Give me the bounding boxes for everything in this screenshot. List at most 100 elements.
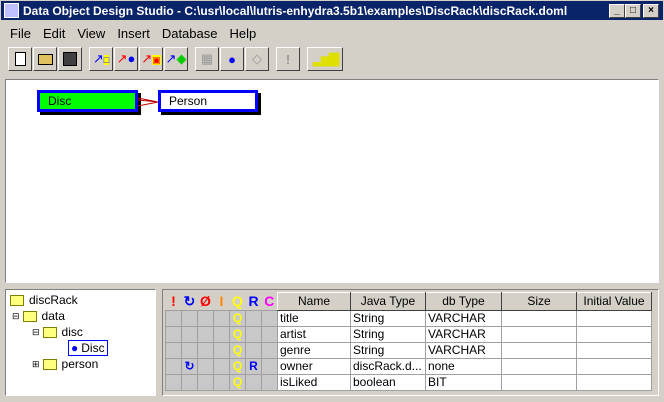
- table-cell[interactable]: [576, 357, 652, 375]
- flag-cell[interactable]: Q: [229, 373, 246, 391]
- flag-cell[interactable]: Q: [229, 341, 246, 359]
- table-row[interactable]: Qtitle String VARCHAR: [165, 309, 652, 327]
- table-cell[interactable]: String: [350, 341, 426, 359]
- flag-cell[interactable]: ↻: [181, 357, 198, 375]
- add-column-button[interactable]: ↗●: [114, 47, 138, 71]
- validate-button[interactable]: !: [276, 47, 300, 71]
- menu-database[interactable]: Database: [156, 26, 224, 41]
- table-cell[interactable]: [576, 309, 652, 327]
- flag-cell[interactable]: [213, 309, 230, 327]
- table-cell[interactable]: genre: [277, 341, 351, 359]
- tree-disc[interactable]: ⊟ disc: [32, 324, 83, 340]
- flag-cell[interactable]: [197, 325, 214, 343]
- table-cell[interactable]: String: [350, 325, 426, 343]
- menu-file[interactable]: File: [4, 26, 37, 41]
- add-index-button[interactable]: ↗▣: [139, 47, 163, 71]
- menu-insert[interactable]: Insert: [111, 26, 156, 41]
- tree-person[interactable]: ⊞ person: [32, 356, 98, 372]
- table-cell[interactable]: [501, 357, 577, 375]
- collapse-icon: ⊟: [12, 310, 20, 321]
- flag-cell[interactable]: [261, 373, 278, 391]
- flag-cell[interactable]: [181, 325, 198, 343]
- flag-cell[interactable]: [245, 309, 262, 327]
- flag-cell[interactable]: [245, 373, 262, 391]
- table-cell[interactable]: VARCHAR: [425, 325, 502, 343]
- table-cell[interactable]: BIT: [425, 373, 502, 391]
- add-table-button[interactable]: ↗□: [89, 47, 113, 71]
- table-cell[interactable]: [501, 325, 577, 343]
- table-cell[interactable]: [576, 373, 652, 391]
- menu-help[interactable]: Help: [223, 26, 262, 41]
- flag-cell[interactable]: [197, 341, 214, 359]
- flag-cell[interactable]: R: [245, 357, 262, 375]
- flag-cell[interactable]: [261, 309, 278, 327]
- diagram-node-person[interactable]: Person: [158, 90, 258, 112]
- flag-cell[interactable]: [213, 357, 230, 375]
- flag-cell[interactable]: [245, 341, 262, 359]
- table-cell[interactable]: [501, 373, 577, 391]
- diamond-button[interactable]: ◇: [245, 47, 269, 71]
- menu-view[interactable]: View: [71, 26, 111, 41]
- col-header-db-type[interactable]: db Type: [425, 292, 502, 311]
- flag-cell[interactable]: Q: [229, 325, 246, 343]
- flag-cell[interactable]: [181, 373, 198, 391]
- table-row[interactable]: Qgenre String VARCHAR: [165, 341, 652, 359]
- minimize-button[interactable]: _: [609, 4, 625, 18]
- flag-cell[interactable]: [165, 325, 182, 343]
- table-cell[interactable]: discRack.d...: [350, 357, 426, 375]
- new-button[interactable]: [8, 47, 32, 71]
- flag-cell[interactable]: [197, 309, 214, 327]
- close-button[interactable]: ×: [643, 4, 659, 18]
- open-button[interactable]: [33, 47, 57, 71]
- flag-cell[interactable]: [213, 341, 230, 359]
- flag-cell[interactable]: [213, 325, 230, 343]
- flag-cell[interactable]: [165, 309, 182, 327]
- flag-cell[interactable]: [165, 357, 182, 375]
- table-cell[interactable]: title: [277, 309, 351, 327]
- table-row[interactable]: QisLiked boolean BIT: [165, 373, 652, 391]
- menu-edit[interactable]: Edit: [37, 26, 71, 41]
- table-cell[interactable]: String: [350, 309, 426, 327]
- table-cell[interactable]: none: [425, 357, 502, 375]
- tree-data[interactable]: ⊟ data: [12, 308, 65, 324]
- col-header-size[interactable]: Size: [501, 292, 577, 311]
- table-row[interactable]: ↻ Q Rowner discRack.d... none: [165, 357, 652, 375]
- table-cell[interactable]: boolean: [350, 373, 426, 391]
- flag-cell[interactable]: [245, 325, 262, 343]
- flag-cell[interactable]: [181, 309, 198, 327]
- save-button[interactable]: [58, 47, 82, 71]
- table-cell[interactable]: [501, 341, 577, 359]
- flag-cell[interactable]: [261, 357, 278, 375]
- flag-cell[interactable]: [261, 341, 278, 359]
- maximize-button[interactable]: □: [625, 4, 641, 18]
- table-cell[interactable]: owner: [277, 357, 351, 375]
- table-cell[interactable]: [501, 309, 577, 327]
- table-cell[interactable]: [576, 341, 652, 359]
- table-cell[interactable]: VARCHAR: [425, 309, 502, 327]
- flag-cell[interactable]: [165, 373, 182, 391]
- diagram-node-disc[interactable]: Disc: [37, 90, 138, 112]
- flag-cell[interactable]: [197, 373, 214, 391]
- flag-cell[interactable]: [213, 373, 230, 391]
- add-reference-button[interactable]: ↗◆: [164, 47, 188, 71]
- chart-button[interactable]: ▂▅▇: [307, 47, 343, 71]
- table-row[interactable]: Qartist String VARCHAR: [165, 325, 652, 343]
- table-button[interactable]: ▦: [195, 47, 219, 71]
- table-cell[interactable]: [576, 325, 652, 343]
- flag-cell[interactable]: [181, 341, 198, 359]
- flag-cell[interactable]: Q: [229, 309, 246, 327]
- diagram-canvas[interactable]: Disc Person: [5, 79, 659, 283]
- tree-disc-item[interactable]: ● Disc: [68, 340, 108, 356]
- flag-cell[interactable]: [165, 341, 182, 359]
- table-cell[interactable]: artist: [277, 325, 351, 343]
- col-header-java-type[interactable]: Java Type: [350, 292, 426, 311]
- flag-cell[interactable]: [197, 357, 214, 375]
- table-cell[interactable]: isLiked: [277, 373, 351, 391]
- col-header-name[interactable]: Name: [277, 292, 351, 311]
- circle-button[interactable]: ●: [220, 47, 244, 71]
- flag-cell[interactable]: Q: [229, 357, 246, 375]
- col-header-initial-value[interactable]: Initial Value: [576, 292, 652, 311]
- tree-root[interactable]: discRack: [10, 292, 78, 308]
- table-cell[interactable]: VARCHAR: [425, 341, 502, 359]
- flag-cell[interactable]: [261, 325, 278, 343]
